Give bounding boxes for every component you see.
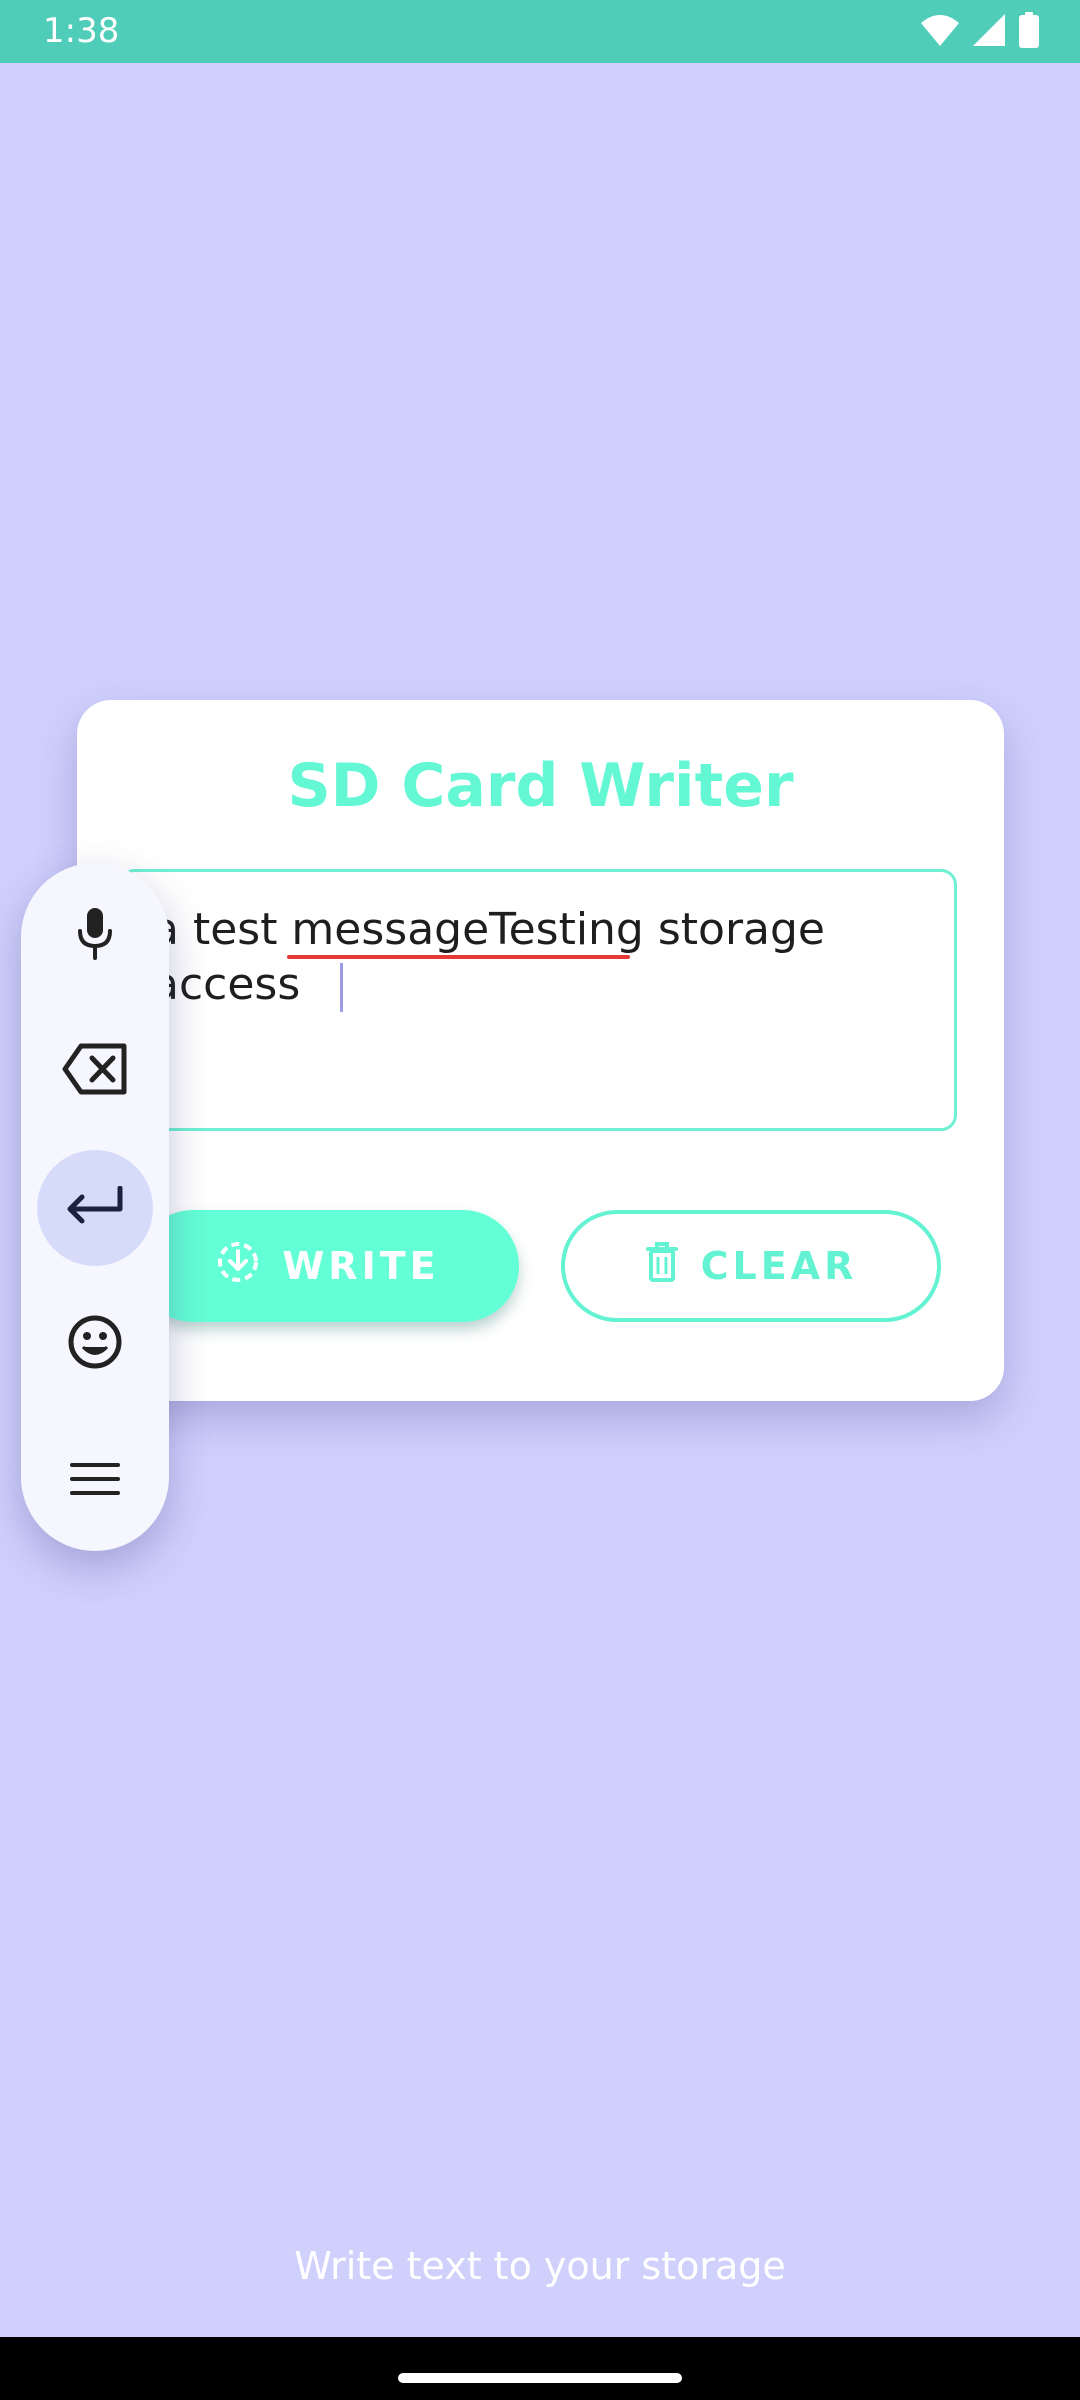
enter-icon	[65, 1185, 125, 1231]
trash-icon	[645, 1241, 679, 1291]
footer-text: Write text to your storage	[294, 2244, 786, 2288]
backspace-button[interactable]	[37, 1013, 153, 1129]
menu-icon	[70, 1461, 120, 1502]
enter-button[interactable]	[37, 1150, 153, 1266]
status-bar: 1:38	[0, 0, 1080, 63]
spellcheck-underline	[287, 955, 630, 959]
signal-icon	[972, 13, 1006, 52]
clear-button-label: CLEAR	[700, 1244, 858, 1288]
wifi-icon	[920, 13, 960, 52]
home-gesture-handle[interactable]	[398, 2373, 682, 2383]
emoji-icon	[67, 1314, 123, 1375]
status-icons	[920, 11, 1040, 53]
menu-button[interactable]	[37, 1423, 153, 1539]
card-title: SD Card Writer	[287, 751, 794, 821]
write-button-label: WRITE	[282, 1244, 440, 1288]
download-icon	[216, 1240, 260, 1293]
mic-button[interactable]	[37, 877, 153, 993]
mic-icon	[75, 906, 115, 965]
writer-card: SD Card Writer a test messageTesting sto…	[77, 700, 1004, 1401]
status-time: 1:38	[43, 11, 120, 51]
write-button[interactable]: WRITE	[137, 1210, 519, 1322]
text-cursor	[340, 963, 343, 1012]
message-text-field[interactable]: a test messageTesting storage access	[119, 869, 957, 1131]
backspace-icon	[61, 1042, 129, 1101]
battery-icon	[1018, 11, 1040, 53]
clear-button[interactable]: CLEAR	[561, 1210, 941, 1322]
emoji-button[interactable]	[37, 1286, 153, 1402]
navigation-bar	[0, 2337, 1080, 2400]
keyboard-floating-toolbar	[21, 863, 169, 1551]
